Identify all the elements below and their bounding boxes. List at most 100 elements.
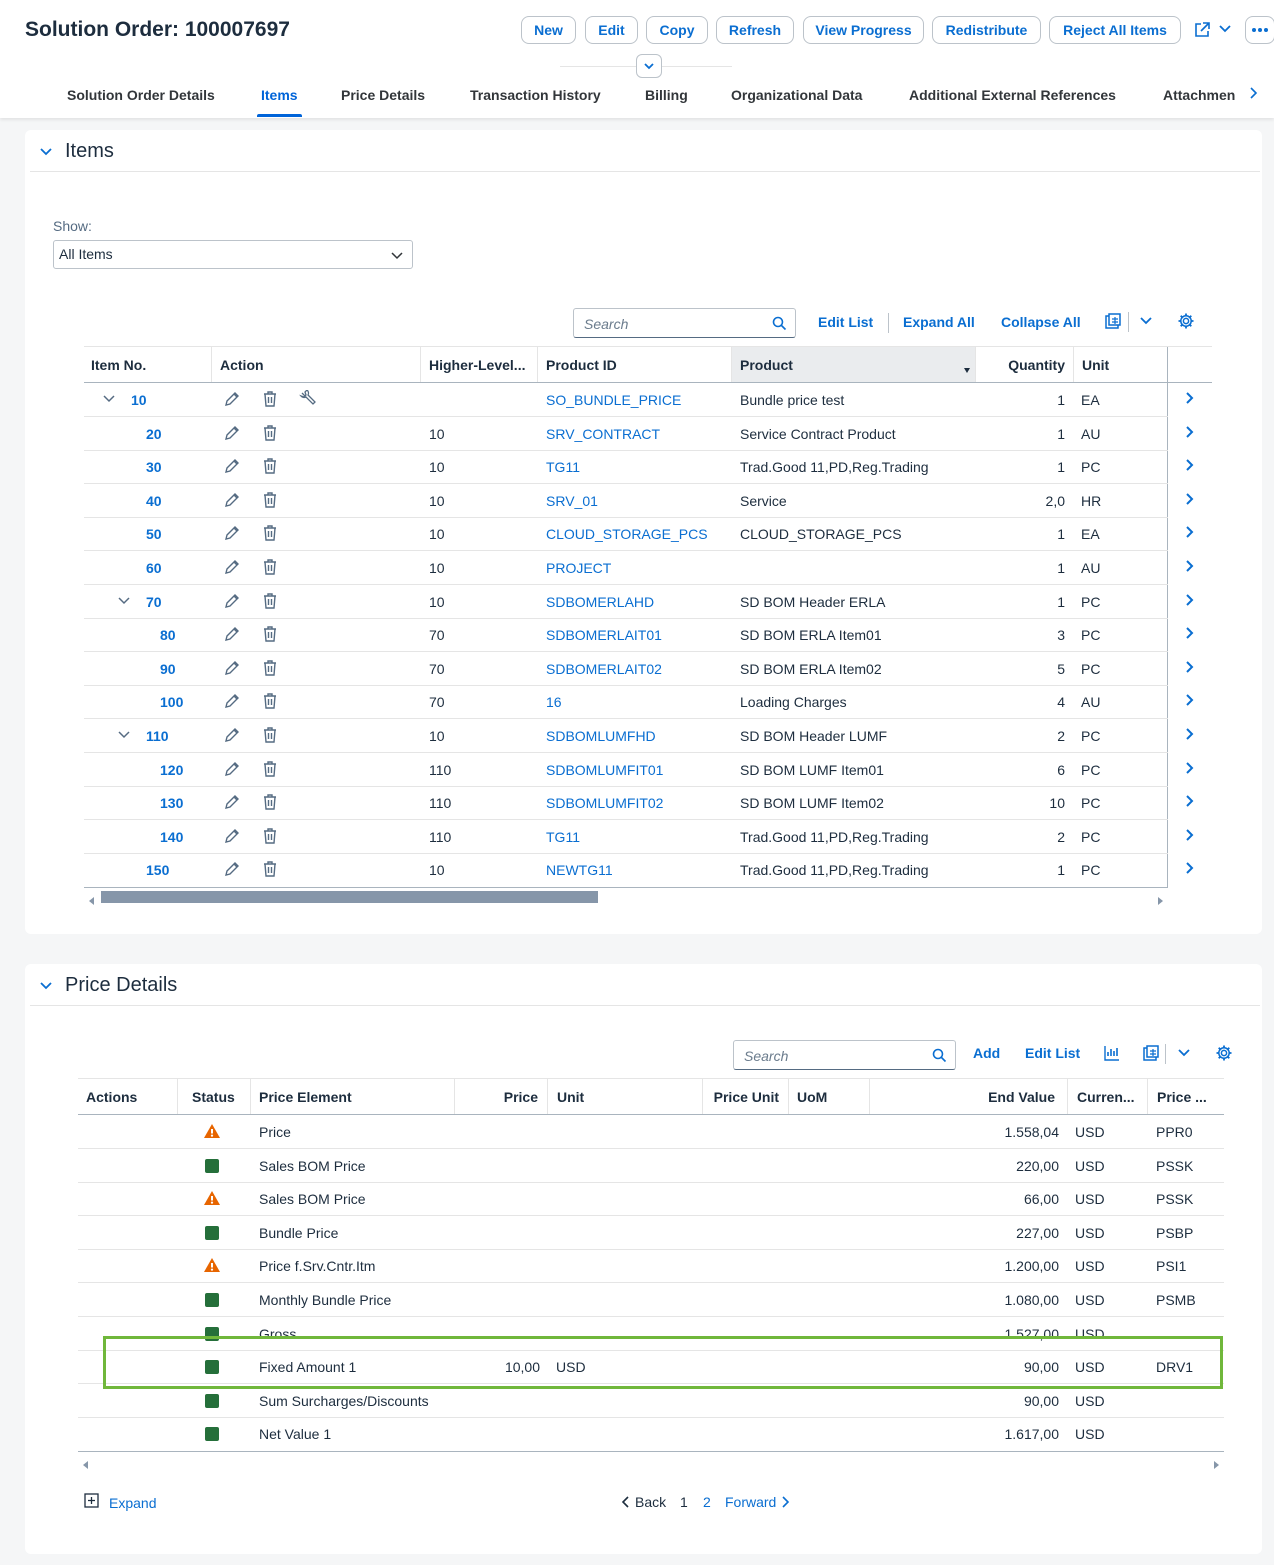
reject-all-items-button[interactable]: Reject All Items <box>1049 16 1181 44</box>
edit-pencil-icon[interactable] <box>223 524 241 545</box>
navigation-chevron-icon[interactable] <box>1185 492 1195 509</box>
delete-trash-icon[interactable] <box>262 524 278 545</box>
collapse-header-button[interactable] <box>636 54 662 78</box>
scroll-left-icon[interactable] <box>89 892 95 908</box>
new-button[interactable]: New <box>521 16 576 44</box>
item-number-link[interactable]: 100 <box>160 694 183 710</box>
delete-trash-icon[interactable] <box>262 592 278 613</box>
navigation-chevron-icon[interactable] <box>1185 525 1195 542</box>
pager-forward[interactable]: Forward <box>725 1494 776 1510</box>
add-button[interactable]: Add <box>973 1045 1000 1061</box>
col-uom[interactable]: UoM <box>797 1089 827 1105</box>
table-row[interactable]: 60 10 PROJECT 1 AU <box>84 551 1212 585</box>
table-row[interactable]: Gross 1.527,00 USD <box>78 1317 1224 1351</box>
product-id-link[interactable]: SRV_CONTRACT <box>546 426 660 442</box>
navigation-chevron-icon[interactable] <box>1185 861 1195 878</box>
chevron-down-icon[interactable] <box>39 979 53 993</box>
col-end-value[interactable]: End Value <box>960 1089 1055 1105</box>
table-row[interactable]: 110 10 SDBOMLUMFHD SD BOM Header LUMF 2 PC <box>84 719 1212 753</box>
col-higher-level[interactable]: Higher-Level... <box>429 357 525 373</box>
scroll-right-icon[interactable] <box>1213 1456 1219 1472</box>
col-condition-type[interactable]: Price ... <box>1157 1089 1207 1105</box>
chevron-down-icon[interactable] <box>1218 22 1232 39</box>
col-status[interactable]: Status <box>192 1089 235 1105</box>
delete-trash-icon[interactable] <box>262 726 278 747</box>
table-row[interactable]: 10 SO_BUNDLE_PRICE Bundle price test 1 EA <box>84 383 1212 417</box>
scroll-right-icon[interactable] <box>1157 892 1163 908</box>
tab-price-details[interactable]: Price Details <box>341 87 425 103</box>
delete-trash-icon[interactable] <box>262 491 278 512</box>
table-row[interactable]: Fixed Amount 1 10,00 USD 90,00 USD DRV1 <box>78 1350 1224 1385</box>
chevron-right-icon[interactable] <box>780 1495 790 1512</box>
refresh-button[interactable]: Refresh <box>716 16 794 44</box>
product-id-link[interactable]: SDBOMLUMFIT01 <box>546 762 663 778</box>
edit-pencil-icon[interactable] <box>223 760 241 781</box>
table-row[interactable]: Sales BOM Price 220,00 USD PSSK <box>78 1149 1224 1183</box>
edit-pencil-icon[interactable] <box>223 659 241 680</box>
horizontal-scrollbar[interactable] <box>101 891 598 903</box>
item-number-link[interactable]: 140 <box>160 829 183 845</box>
export-icon[interactable] <box>1142 1044 1160 1065</box>
delete-trash-icon[interactable] <box>262 625 278 646</box>
delete-trash-icon[interactable] <box>262 659 278 680</box>
pager-page-1[interactable]: 1 <box>680 1494 688 1510</box>
copy-button[interactable]: Copy <box>646 16 708 44</box>
chevron-down-icon[interactable] <box>117 728 131 745</box>
navigation-chevron-icon[interactable] <box>1185 626 1195 643</box>
table-row[interactable]: Price f.Srv.Cntr.Itm 1.200,00 USD PSI1 <box>78 1249 1224 1284</box>
expand-link[interactable]: Expand <box>109 1495 156 1511</box>
delete-trash-icon[interactable] <box>262 860 278 881</box>
item-number-link[interactable]: 50 <box>146 526 162 542</box>
navigation-chevron-icon[interactable] <box>1185 828 1195 845</box>
pager-back[interactable]: Back <box>635 1494 666 1510</box>
edit-pencil-icon[interactable] <box>223 457 241 478</box>
delete-trash-icon[interactable] <box>262 793 278 814</box>
delete-trash-icon[interactable] <box>262 424 278 445</box>
navigation-chevron-icon[interactable] <box>1185 391 1195 408</box>
tab-transaction-history[interactable]: Transaction History <box>470 87 601 103</box>
table-row[interactable]: 90 70 SDBOMERLAIT02 SD BOM ERLA Item02 5 PC <box>84 652 1212 686</box>
edit-button[interactable]: Edit <box>585 16 638 44</box>
item-number-link[interactable]: 150 <box>146 862 169 878</box>
chart-icon[interactable] <box>1103 1044 1121 1065</box>
delete-trash-icon[interactable] <box>262 692 278 713</box>
item-number-link[interactable]: 80 <box>160 627 176 643</box>
product-id-link[interactable]: TG11 <box>546 829 580 845</box>
navigation-chevron-icon[interactable] <box>1185 727 1195 744</box>
table-row[interactable]: 20 10 SRV_CONTRACT Service Contract Product… <box>84 417 1212 451</box>
product-id-link[interactable]: CLOUD_STORAGE_PCS <box>546 526 708 542</box>
table-row[interactable]: Sum Surcharges/Discounts 90,00 USD <box>78 1384 1224 1418</box>
tab-solution-order-details[interactable]: Solution Order Details <box>67 87 215 103</box>
product-id-link[interactable]: TG11 <box>546 459 580 475</box>
delete-trash-icon[interactable] <box>262 827 278 848</box>
item-number-link[interactable]: 110 <box>146 728 169 744</box>
edit-pencil-icon[interactable] <box>223 726 241 747</box>
col-unit[interactable]: Unit <box>557 1089 584 1105</box>
edit-pencil-icon[interactable] <box>223 424 241 445</box>
delete-trash-icon[interactable] <box>262 390 278 411</box>
table-row[interactable]: 130 110 SDBOMLUMFIT02 SD BOM LUMF Item02 10 P… <box>84 786 1212 821</box>
table-row[interactable]: Sales BOM Price 66,00 USD PSSK <box>78 1182 1224 1217</box>
col-price-element[interactable]: Price Element <box>259 1089 352 1105</box>
col-currency[interactable]: Curren... <box>1077 1089 1135 1105</box>
item-number-link[interactable]: 10 <box>131 392 147 408</box>
chevron-right-icon[interactable] <box>1248 86 1260 103</box>
navigation-chevron-icon[interactable] <box>1185 794 1195 811</box>
edit-pencil-icon[interactable] <box>223 491 241 512</box>
product-id-link[interactable]: PROJECT <box>546 560 611 576</box>
product-id-link[interactable]: 16 <box>546 694 562 710</box>
chevron-down-icon[interactable] <box>102 392 116 409</box>
more-options-icon[interactable] <box>1245 16 1274 44</box>
edit-pencil-icon[interactable] <box>223 558 241 579</box>
view-progress-button[interactable]: View Progress <box>803 16 924 44</box>
navigation-chevron-icon[interactable] <box>1185 559 1195 576</box>
delete-trash-icon[interactable] <box>262 558 278 579</box>
tab-items[interactable]: Items <box>261 87 298 103</box>
navigation-chevron-icon[interactable] <box>1185 593 1195 610</box>
edit-pencil-icon[interactable] <box>223 692 241 713</box>
table-row[interactable]: 70 10 SDBOMERLAHD SD BOM Header ERLA 1 PC <box>84 585 1212 619</box>
item-number-link[interactable]: 90 <box>160 661 176 677</box>
product-id-link[interactable]: NEWTG11 <box>546 862 613 878</box>
chevron-left-icon[interactable] <box>621 1495 631 1512</box>
product-id-link[interactable]: SO_BUNDLE_PRICE <box>546 392 681 408</box>
